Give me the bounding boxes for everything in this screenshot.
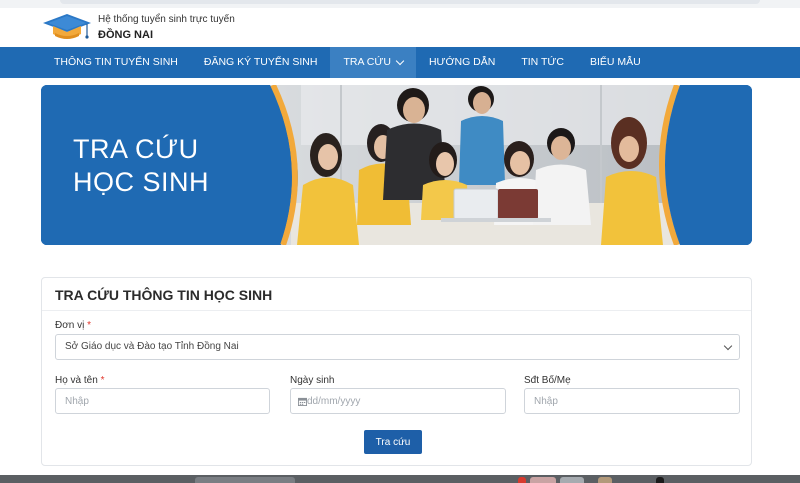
search-button[interactable]: Tra cứu	[364, 430, 422, 454]
calendar-icon	[298, 397, 307, 406]
required-mark: *	[87, 320, 92, 331]
nav-item-dang-ky-tuyen-sinh[interactable]: ĐĂNG KÝ TUYỂN SINH	[191, 47, 331, 78]
phone-input[interactable]	[524, 388, 740, 414]
phone-label: Sđt Bố/Mẹ	[524, 375, 571, 386]
form-divider	[42, 310, 751, 311]
brand-title: ĐỒNG NAI	[98, 29, 153, 41]
nav-label: TRA CỨU	[343, 56, 391, 68]
nav-item-tra-cuu[interactable]: TRA CỨU	[330, 47, 416, 78]
name-label: Họ và tên *	[55, 375, 105, 386]
name-input[interactable]	[55, 388, 270, 414]
taskbar-item[interactable]	[598, 477, 612, 483]
banner-title-line2: HỌC SINH	[73, 167, 210, 197]
banner-title-line1: TRA CỨU	[73, 134, 199, 164]
taskbar-item[interactable]	[518, 477, 526, 483]
chevron-down-icon	[395, 56, 405, 66]
chevron-down-icon	[723, 341, 733, 351]
nav-item-tin-tuc[interactable]: TIN TỨC	[508, 47, 577, 78]
site-header: Hệ thống tuyển sinh trực tuyến ĐỒNG NAI	[0, 8, 800, 47]
nav-label: BIỂU MẪU	[589, 56, 641, 68]
brand-subtitle: Hệ thống tuyển sinh trực tuyến	[98, 14, 235, 25]
nav-item-bieu-mau[interactable]: BIỂU MẪU	[577, 47, 654, 78]
taskbar-item[interactable]	[656, 477, 664, 483]
brand-block[interactable]: Hệ thống tuyển sinh trực tuyến ĐỒNG NAI	[98, 14, 235, 41]
required-mark: *	[100, 375, 105, 386]
unit-select[interactable]: Sở Giáo dục và Đào tạo Tỉnh Đồng Nai	[55, 334, 740, 360]
nav-label: HƯỚNG DẪN	[428, 56, 496, 68]
taskbar-item[interactable]	[530, 477, 556, 483]
unit-label: Đơn vị *	[55, 320, 91, 331]
nav-label: ĐĂNG KÝ TUYỂN SINH	[203, 56, 318, 68]
banner-title: TRA CỨU HỌC SINH	[73, 133, 209, 199]
taskbar-item[interactable]	[195, 477, 295, 483]
main-nav: THÔNG TIN TUYỂN SINH ĐĂNG KÝ TUYỂN SINH …	[0, 47, 800, 78]
dob-field[interactable]	[290, 388, 507, 414]
nav-label: THÔNG TIN TUYỂN SINH	[54, 56, 178, 68]
nav-label: TIN TỨC	[521, 56, 564, 68]
taskbar-item[interactable]	[560, 477, 584, 483]
graduation-cap-icon[interactable]	[42, 12, 92, 44]
hero-banner: TRA CỨU HỌC SINH	[41, 85, 752, 245]
os-taskbar	[0, 475, 800, 483]
browser-top-strip	[0, 0, 800, 8]
browser-tab-strip	[60, 0, 760, 4]
search-form-card: TRA CỨU THÔNG TIN HỌC SINH Đơn vị * Sở G…	[41, 277, 752, 466]
nav-item-thong-tin-tuyen-sinh[interactable]: THÔNG TIN TUYỂN SINH	[41, 47, 191, 78]
dob-label: Ngày sinh	[290, 375, 335, 386]
name-label-text: Họ và tên	[55, 375, 98, 386]
unit-label-text: Đơn vị	[55, 320, 85, 331]
dob-input[interactable]	[307, 389, 507, 413]
form-title: TRA CỨU THÔNG TIN HỌC SINH	[55, 287, 273, 303]
nav-item-huong-dan[interactable]: HƯỚNG DẪN	[416, 47, 508, 78]
unit-select-value: Sở Giáo dục và Đào tạo Tỉnh Đồng Nai	[65, 341, 239, 352]
